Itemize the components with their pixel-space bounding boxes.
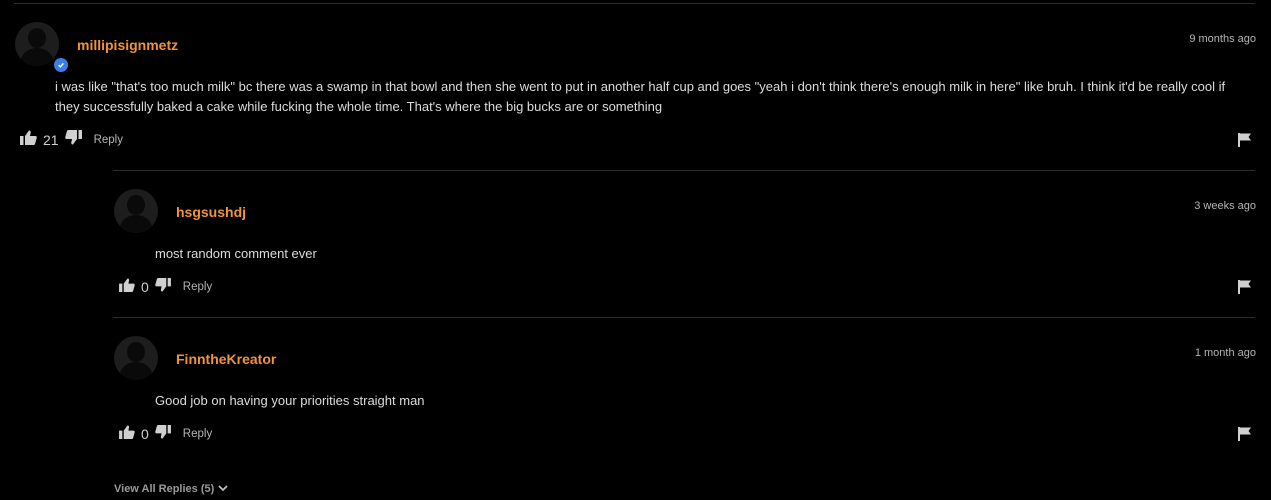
reply-button[interactable]: Reply: [183, 428, 212, 440]
thumbs-down-icon[interactable]: [155, 424, 171, 444]
reply-text: most random comment ever: [155, 246, 317, 261]
view-all-replies-label: View All Replies (5): [114, 483, 215, 495]
reply-username[interactable]: FinntheKreator: [176, 351, 276, 367]
reply-actions: 0 Reply: [119, 424, 212, 444]
view-all-replies-button[interactable]: View All Replies (5): [114, 483, 228, 495]
reply-button[interactable]: Reply: [94, 134, 123, 146]
reply-timestamp: 1 month ago: [1194, 347, 1256, 359]
comment-actions: 21 Reply: [20, 130, 123, 150]
thumbs-down-icon[interactable]: [155, 277, 171, 297]
verified-check-icon: [53, 57, 69, 73]
chevron-down-icon: [218, 483, 228, 495]
thumbs-up-icon[interactable]: [20, 130, 37, 150]
comment-timestamp: 9 months ago: [1189, 33, 1256, 45]
reply-timestamp: 3 weeks ago: [1194, 200, 1256, 212]
reply-button[interactable]: Reply: [183, 281, 212, 293]
like-count: 0: [141, 426, 149, 442]
comment-text: i was like "that's too much milk" bc the…: [55, 79, 1226, 114]
thumbs-down-icon[interactable]: [64, 130, 82, 150]
top-divider: [14, 3, 1255, 4]
reply-divider: [113, 170, 1255, 171]
like-count: 21: [43, 132, 59, 148]
reply-username[interactable]: hsgsushdj: [176, 204, 246, 220]
avatar[interactable]: [114, 336, 158, 380]
comment-username[interactable]: millipisignmetz: [77, 37, 178, 53]
avatar[interactable]: [15, 22, 59, 66]
reply-divider: [113, 317, 1255, 318]
reply-text: Good job on having your priorities strai…: [155, 393, 425, 408]
reply-actions: 0 Reply: [119, 277, 212, 297]
flag-icon[interactable]: [1238, 133, 1251, 152]
avatar[interactable]: [114, 189, 158, 233]
like-count: 0: [141, 279, 149, 295]
flag-icon[interactable]: [1238, 280, 1251, 299]
thumbs-up-icon[interactable]: [119, 277, 135, 297]
flag-icon[interactable]: [1238, 427, 1251, 446]
thumbs-up-icon[interactable]: [119, 424, 135, 444]
